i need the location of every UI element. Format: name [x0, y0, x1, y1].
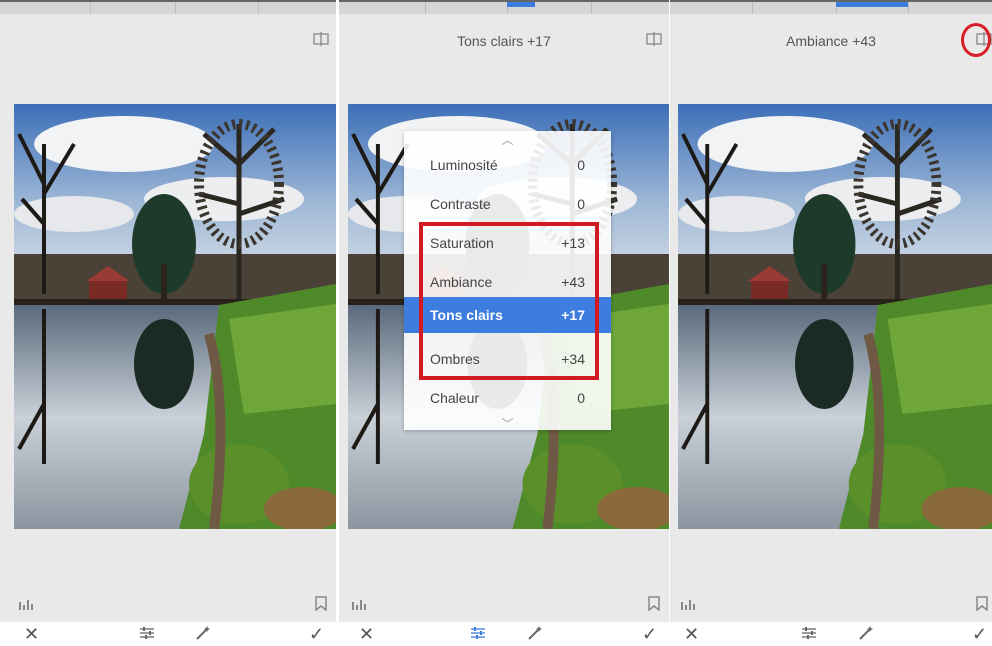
bottom-toolbar: ✕ ✓ — [670, 622, 992, 646]
bottom-info-bar — [670, 588, 992, 618]
menu-item-luminosite[interactable]: Luminosité 0 — [404, 147, 611, 183]
check-icon[interactable]: ✓ — [642, 625, 657, 643]
bookmark-icon[interactable] — [976, 596, 988, 616]
bottom-info-bar — [0, 588, 336, 618]
photo-preview — [14, 104, 336, 529]
close-icon[interactable]: ✕ — [359, 625, 374, 643]
menu-item-contraste[interactable]: Contraste 0 — [404, 186, 611, 222]
bottom-toolbar: ✕ ✓ — [0, 622, 336, 646]
compare-icon[interactable] — [646, 31, 662, 47]
histogram-icon[interactable] — [351, 596, 367, 615]
adjust-sliders-icon[interactable] — [801, 625, 817, 641]
histogram-icon[interactable] — [18, 596, 34, 615]
magic-wand-icon[interactable] — [195, 625, 211, 641]
panel-title: Ambiance +43 — [786, 33, 876, 49]
panel-title: Tons clairs +17 — [457, 33, 551, 49]
check-icon[interactable]: ✓ — [972, 625, 987, 643]
bookmark-icon[interactable] — [648, 596, 660, 616]
preview-panel-original: ✕ ✓ — [0, 0, 336, 646]
preview-panel-ambiance: Ambiance +43 ✕ ✓ — [670, 0, 992, 646]
compare-icon-highlight-circle — [961, 23, 991, 57]
close-icon[interactable]: ✕ — [24, 625, 39, 643]
check-icon[interactable]: ✓ — [309, 625, 324, 643]
filmstrip-active-indicator — [836, 2, 908, 7]
adjust-sliders-icon[interactable] — [139, 625, 155, 641]
bottom-toolbar: ✕ ✓ — [339, 622, 669, 646]
magic-wand-icon[interactable] — [858, 625, 874, 641]
adjust-sliders-icon[interactable] — [470, 625, 486, 641]
histogram-icon[interactable] — [680, 596, 696, 615]
filmstrip — [670, 0, 992, 14]
photo-preview — [678, 104, 992, 529]
bottom-info-bar — [339, 588, 669, 618]
chevron-down-icon[interactable]: ﹀ — [404, 415, 611, 432]
filmstrip — [0, 0, 336, 14]
compare-icon[interactable] — [313, 31, 329, 47]
bookmark-icon[interactable] — [315, 596, 327, 616]
filmstrip — [339, 0, 669, 14]
filmstrip-active-indicator — [507, 2, 535, 7]
menu-item-chaleur[interactable]: Chaleur 0 — [404, 380, 611, 416]
magic-wand-icon[interactable] — [527, 625, 543, 641]
close-icon[interactable]: ✕ — [684, 625, 699, 643]
menu-highlight-annotation — [419, 222, 599, 380]
chevron-up-icon[interactable]: ︿ — [404, 131, 611, 148]
